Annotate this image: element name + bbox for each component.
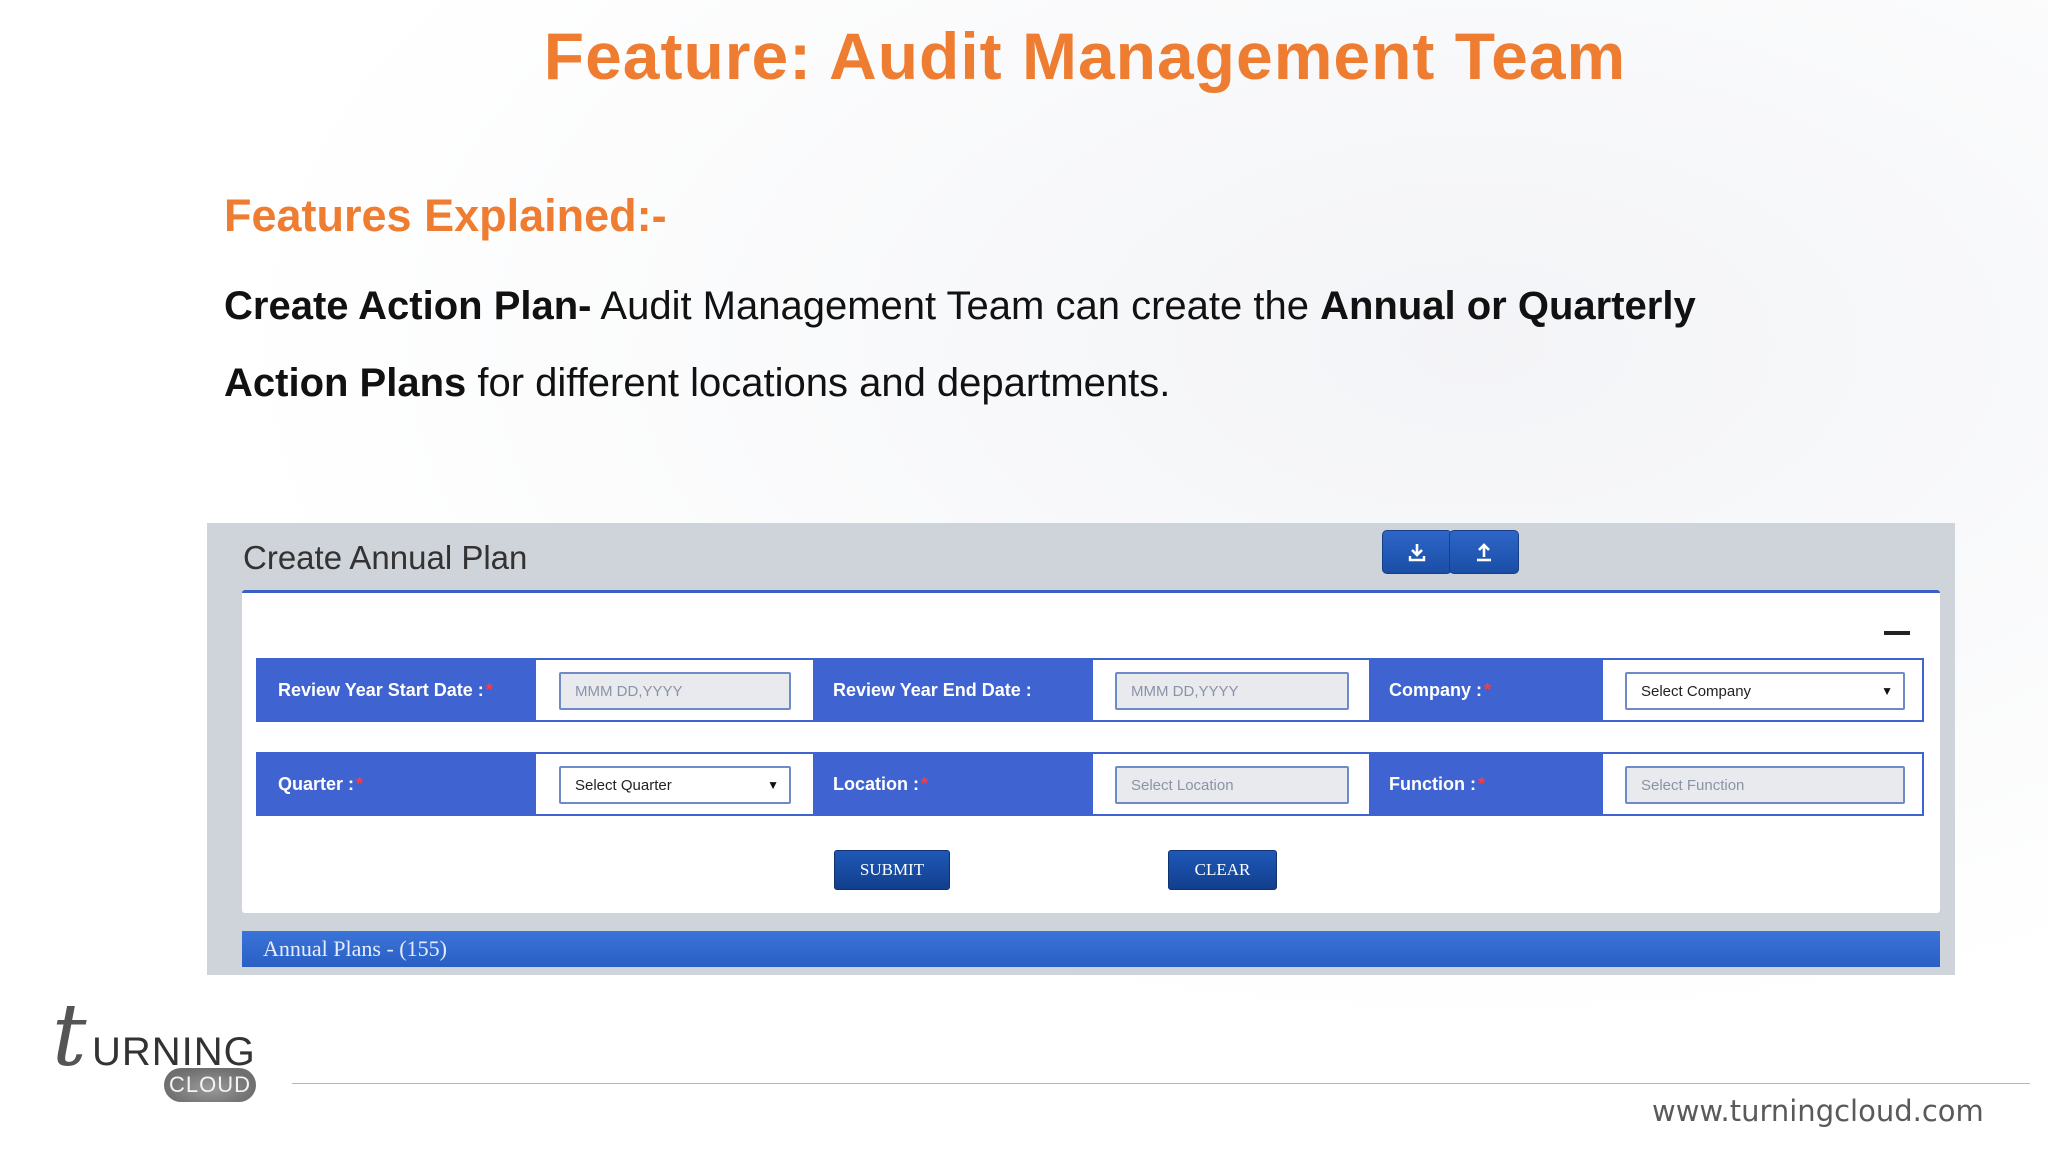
- annual-plans-bar[interactable]: Annual Plans - (155): [242, 931, 1940, 967]
- required-mark: *: [485, 679, 493, 700]
- minimize-icon[interactable]: [1884, 631, 1910, 635]
- desc-text-2: for different locations and departments.: [466, 361, 1171, 405]
- logo-cloud: CLOUD: [164, 1068, 256, 1102]
- footer-divider: [292, 1083, 2030, 1084]
- start-date-input[interactable]: MMM DD,YYYY: [559, 672, 791, 710]
- end-date-input[interactable]: MMM DD,YYYY: [1115, 672, 1349, 710]
- chevron-down-icon: ▼: [767, 778, 779, 792]
- clear-button[interactable]: CLEAR: [1168, 850, 1277, 890]
- submit-button[interactable]: SUBMIT: [834, 850, 950, 890]
- feature-description: Create Action Plan- Audit Management Tea…: [224, 268, 1744, 422]
- download-icon: [1408, 544, 1426, 562]
- upload-button[interactable]: [1449, 530, 1519, 574]
- slide-title: Feature: Audit Management Team: [543, 19, 1627, 93]
- function-label: Function : *: [1369, 754, 1603, 814]
- location-label-text: Location :: [833, 773, 919, 794]
- function-input[interactable]: Select Function: [1625, 766, 1905, 804]
- create-annual-plan-panel: Create Annual Plan Review Year Start Dat…: [207, 523, 1955, 975]
- required-mark: *: [921, 773, 929, 794]
- plan-form: Review Year Start Date : * MMM DD,YYYY Re…: [242, 590, 1940, 913]
- quarter-select[interactable]: Select Quarter ▼: [559, 766, 791, 804]
- required-mark: *: [1484, 679, 1492, 700]
- features-heading: Features Explained:-: [224, 190, 667, 241]
- required-mark: *: [356, 773, 364, 794]
- logo-t: t: [52, 986, 87, 1086]
- download-button[interactable]: [1382, 530, 1452, 574]
- company-label-text: Company :: [1389, 679, 1483, 700]
- turning-cloud-logo: t URNING CLOUD: [52, 986, 267, 1112]
- quarter-select-value: Select Quarter: [575, 776, 672, 794]
- quarter-label-text: Quarter :: [278, 773, 355, 794]
- desc-text-1: Audit Management Team can create the: [591, 284, 1321, 328]
- chevron-down-icon: ▼: [1881, 684, 1893, 698]
- start-date-label: Review Year Start Date : *: [258, 660, 536, 720]
- form-row-scope: Quarter : * Select Quarter ▼ Location : * …: [256, 752, 1924, 816]
- company-select[interactable]: Select Company ▼: [1625, 672, 1905, 710]
- start-date-label-text: Review Year Start Date :: [278, 679, 484, 700]
- required-mark: *: [1477, 773, 1485, 794]
- desc-create-action-plan: Create Action Plan-: [224, 284, 592, 328]
- location-label: Location : *: [813, 754, 1093, 814]
- company-label: Company : *: [1369, 660, 1603, 720]
- upload-icon: [1477, 543, 1491, 562]
- location-input[interactable]: Select Location: [1115, 766, 1349, 804]
- end-date-label-text: Review Year End Date :: [833, 679, 1032, 700]
- panel-title: Create Annual Plan: [243, 539, 528, 576]
- form-row-dates: Review Year Start Date : * MMM DD,YYYY Re…: [256, 658, 1924, 722]
- end-date-label: Review Year End Date :: [813, 660, 1093, 720]
- company-select-value: Select Company: [1641, 682, 1752, 700]
- function-label-text: Function :: [1389, 773, 1476, 794]
- quarter-label: Quarter : *: [258, 754, 536, 814]
- footer-url: www.turningcloud.com: [1652, 1094, 1984, 1128]
